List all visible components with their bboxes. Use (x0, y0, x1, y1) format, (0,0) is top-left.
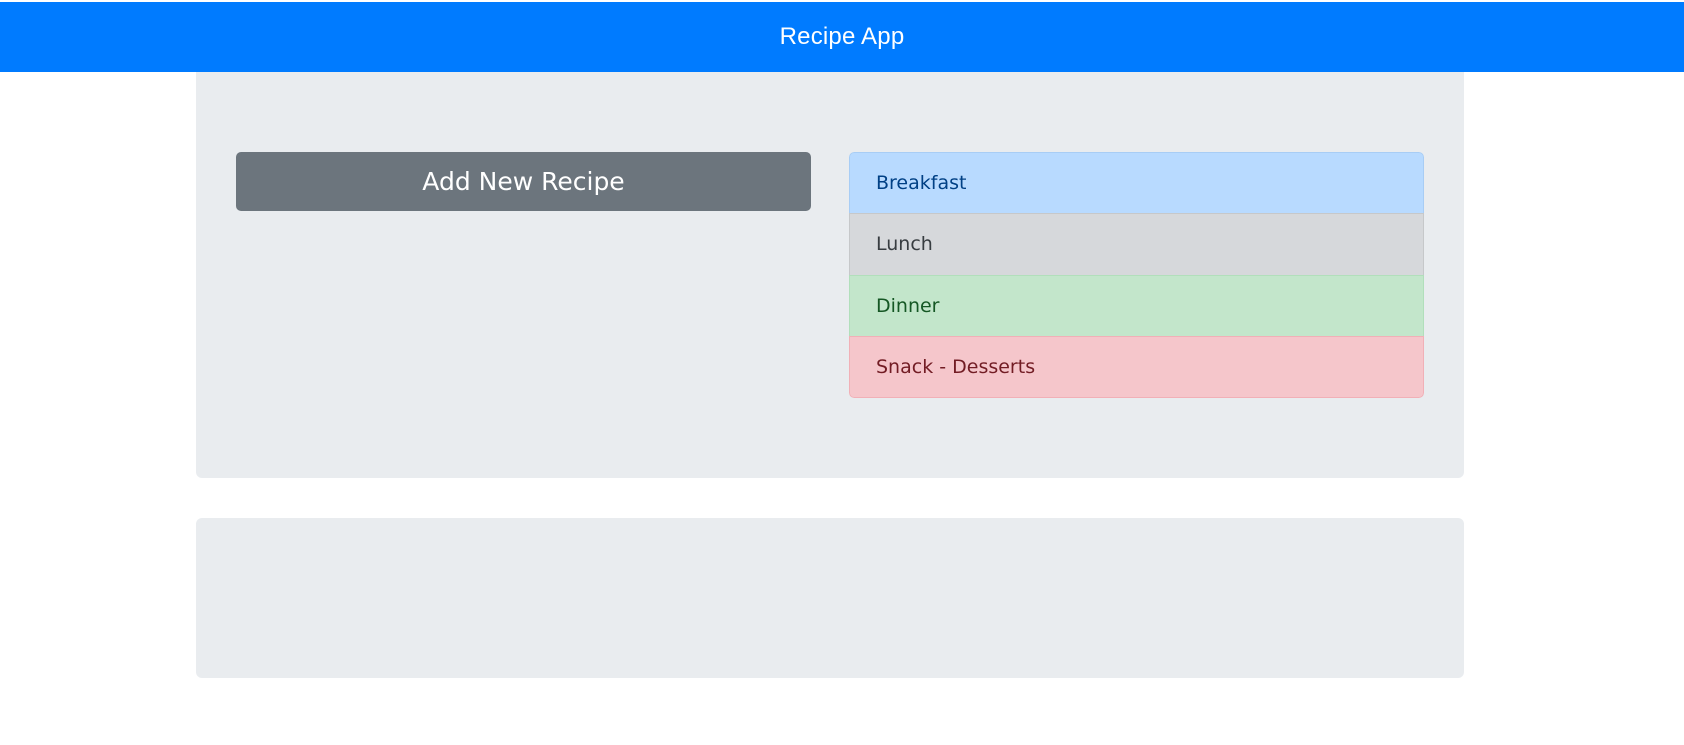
category-item-snack-desserts[interactable]: Snack - Desserts (849, 335, 1424, 398)
category-item-breakfast[interactable]: Breakfast (849, 152, 1424, 215)
category-item-dinner[interactable]: Dinner (849, 274, 1424, 337)
add-new-recipe-button[interactable]: Add New Recipe (236, 152, 811, 211)
category-list: Breakfast Lunch Dinner Snack - Desserts (849, 152, 1424, 398)
app-title: Recipe App (779, 23, 905, 50)
recipe-display-panel (196, 518, 1464, 678)
app-header: Recipe App (0, 2, 1684, 72)
category-item-lunch[interactable]: Lunch (849, 213, 1424, 276)
